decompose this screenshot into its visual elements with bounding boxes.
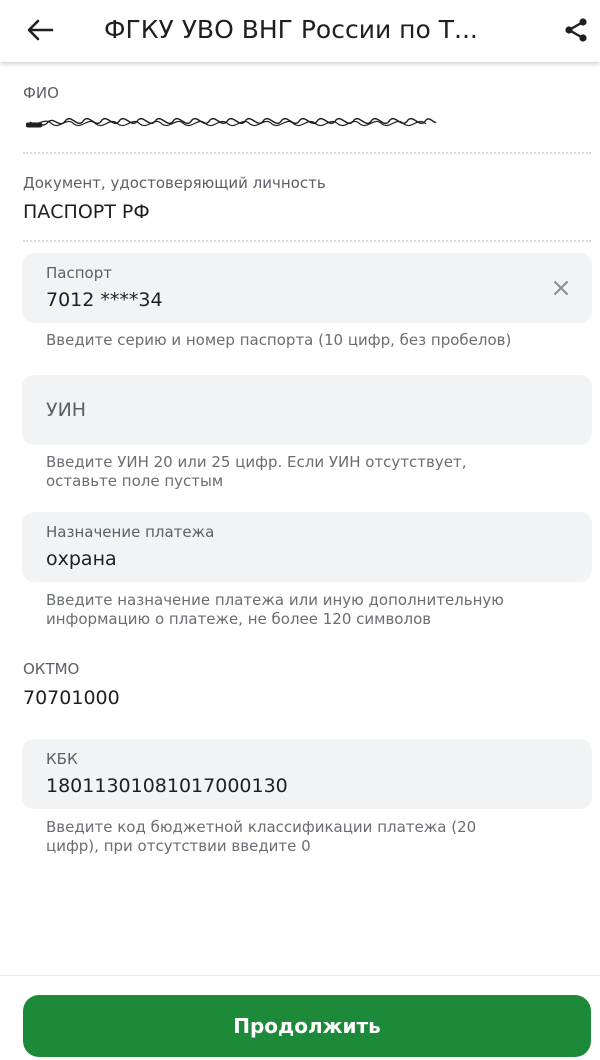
fio-label: ФИО [23,84,59,102]
purpose-helper-line-2: информацию о платеже, не более 120 симво… [46,610,432,628]
share-icon [565,18,587,42]
oktmo-label: ОКТМО [23,660,80,678]
kbk-helper-line-1: Введите код бюджетной классификации плат… [46,818,477,836]
clear-passport-button[interactable] [548,275,574,301]
footer-divider [0,975,600,976]
back-button[interactable] [22,14,58,46]
purpose-input[interactable] [46,546,526,572]
passport-field[interactable]: Паспорт [22,253,592,323]
purpose-helper-line-1: Введите назначение платежа или иную допо… [46,591,504,609]
kbk-input[interactable] [46,773,526,799]
kbk-field[interactable]: КБК [22,739,592,809]
payment-form-screen: ФГКУ УВО ВНГ России по Т... ФИО Документ… [0,0,600,1060]
document-value: ПАСПОРТ РФ [23,201,150,223]
passport-helper: Введите серию и номер паспорта (10 цифр,… [46,331,512,349]
uin-helper-line-2: оставьте поле пустым [46,472,224,490]
share-button[interactable] [560,14,592,46]
passport-input[interactable] [46,287,526,313]
oktmo-value: 70701000 [23,687,120,709]
continue-button[interactable]: Продолжить [23,995,591,1057]
passport-label: Паспорт [46,264,112,282]
uin-helper-line-1: Введите УИН 20 или 25 цифр. Если УИН отс… [46,453,467,471]
kbk-label: КБК [46,750,78,768]
uin-placeholder: УИН [46,399,87,421]
document-label: Документ, удостоверяющий личность [23,174,326,192]
kbk-helper-line-2: цифр), при отсутствии введите 0 [46,837,311,855]
page-title: ФГКУ УВО ВНГ России по Т... [104,15,478,44]
fio-value-redacted [26,117,437,128]
divider [23,152,591,154]
uin-field[interactable]: УИН [22,375,592,445]
purpose-label: Назначение платежа [46,523,215,541]
divider [23,240,591,242]
purpose-field[interactable]: Назначение платежа [22,512,592,582]
app-header: ФГКУ УВО ВНГ России по Т... [0,0,600,62]
close-icon [554,281,568,295]
arrow-left-icon [27,19,54,41]
